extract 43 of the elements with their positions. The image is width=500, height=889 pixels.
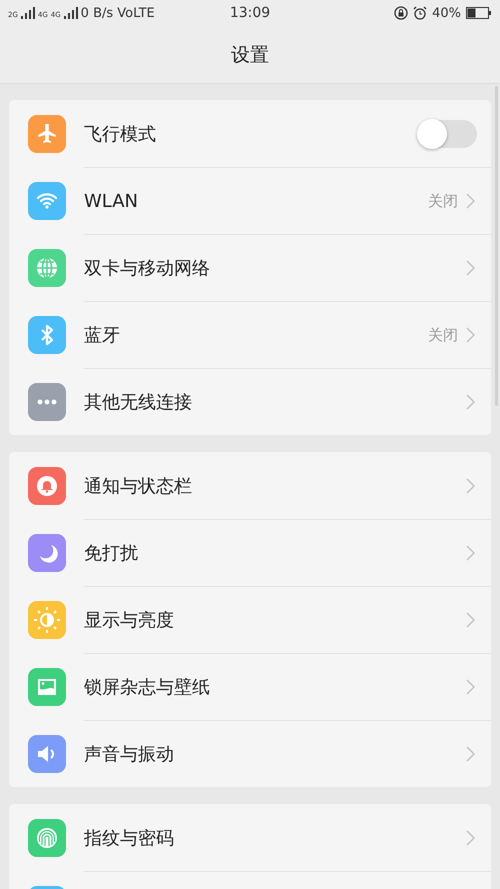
settings-item[interactable]: 声音与振动 xyxy=(84,720,491,787)
signal-icon xyxy=(64,7,78,19)
chevron-right-icon xyxy=(466,679,475,695)
fingerprint-icon xyxy=(28,818,66,856)
status-value: 关闭 xyxy=(428,326,458,344)
chevron-right-icon xyxy=(466,746,475,762)
sun-icon xyxy=(28,600,66,638)
bluetooth-icon xyxy=(28,316,66,354)
moon-icon xyxy=(28,534,66,572)
wifi-icon xyxy=(28,182,66,220)
chevron-right-icon xyxy=(466,478,475,494)
chevron-right-icon xyxy=(466,260,475,276)
settings-item[interactable]: 飞行模式 xyxy=(84,100,491,167)
chevron-right-icon xyxy=(466,193,475,209)
chevron-right-icon xyxy=(466,394,475,410)
settings-item[interactable]: WLAN 关闭 xyxy=(84,167,491,234)
settings-item[interactable]: 通知与状态栏 xyxy=(84,452,491,519)
page-title: 设置 xyxy=(231,42,269,68)
bell-icon xyxy=(28,466,66,504)
chevron-right-icon xyxy=(466,545,475,561)
settings-item[interactable]: 蓝牙 关闭 xyxy=(84,301,491,368)
chevron-right-icon xyxy=(466,327,475,343)
status-value: 关闭 xyxy=(428,192,458,210)
settings-item[interactable]: 锁屏杂志与壁纸 xyxy=(84,653,491,720)
chevron-right-icon xyxy=(466,612,475,628)
settings-item[interactable]: 其他无线连接 xyxy=(84,368,491,435)
network-speed: 0 B/s VoLTE xyxy=(80,6,155,20)
battery-percentage: 40% xyxy=(432,6,461,20)
more-icon xyxy=(28,382,66,420)
battery-icon xyxy=(466,7,492,19)
rotation-lock-icon xyxy=(394,6,408,20)
signal-icon xyxy=(20,7,35,19)
image-icon xyxy=(28,668,66,706)
settings-item[interactable]: 双卡与移动网络 xyxy=(84,234,491,301)
globe-icon xyxy=(28,248,66,286)
settings-item[interactable]: 指纹与密码 xyxy=(84,804,491,871)
settings-item[interactable]: 免打扰 xyxy=(84,519,491,586)
clock: 13:09 xyxy=(230,5,270,21)
chevron-right-icon xyxy=(466,830,475,846)
settings-item[interactable]: 显示与亮度 xyxy=(84,586,491,653)
alarm-icon xyxy=(413,6,428,20)
airplane-icon xyxy=(28,114,66,152)
speaker-icon xyxy=(28,734,66,772)
